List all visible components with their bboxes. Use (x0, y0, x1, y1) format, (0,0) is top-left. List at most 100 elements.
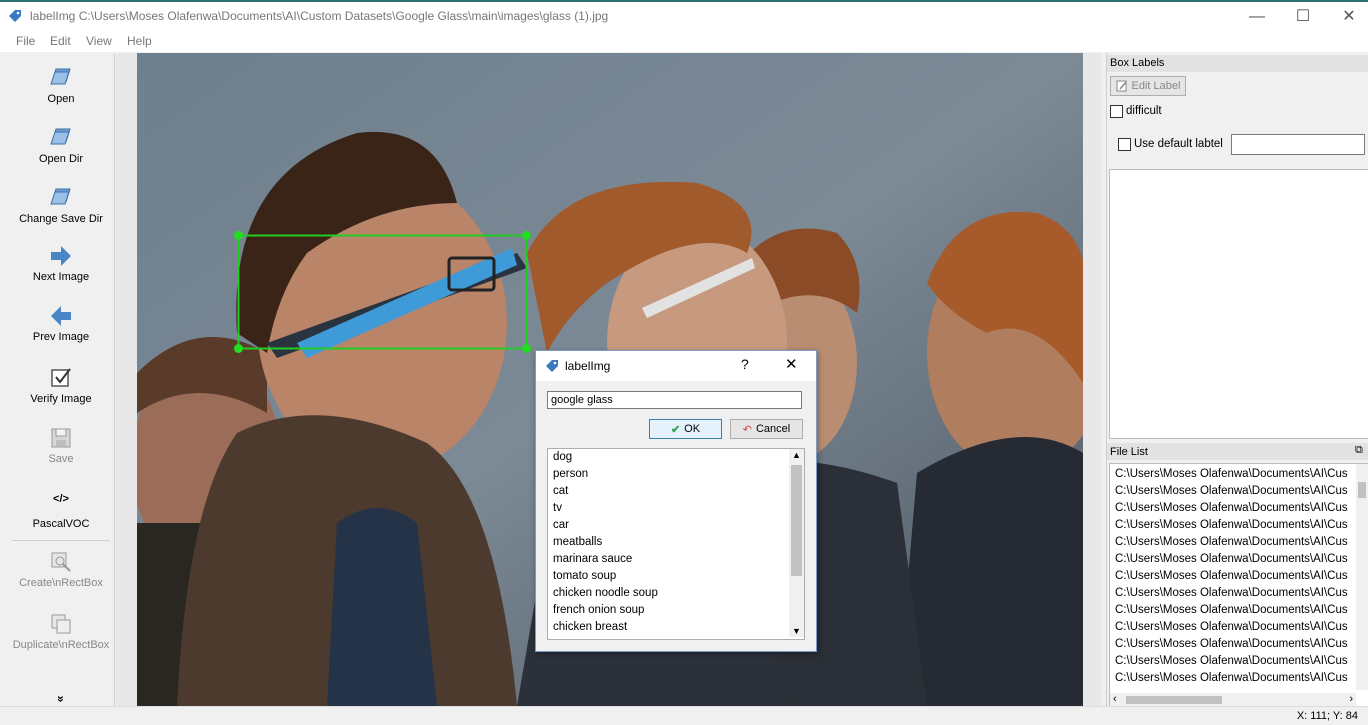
file-list-item[interactable]: C:\Users\Moses Olafenwa\Documents\AI\Cus (1115, 672, 1348, 684)
maximize-button[interactable]: ☐ (1288, 6, 1318, 28)
dialog-title: labelImg (565, 359, 611, 373)
format-label: PascalVOC (32, 518, 90, 530)
save-label: Save (48, 453, 74, 465)
more-tools-chevron-icon[interactable]: » (54, 693, 68, 705)
label-option[interactable]: tv (553, 502, 562, 514)
file-list[interactable]: C:\Users\Moses Olafenwa\Documents\AI\Cus… (1109, 463, 1368, 708)
file-list-item[interactable]: C:\Users\Moses Olafenwa\Documents\AI\Cus (1115, 570, 1348, 582)
undo-arrow-icon: ↶ (742, 423, 752, 436)
menu-view[interactable]: View (86, 34, 112, 48)
menu-file[interactable]: File (16, 34, 35, 48)
prev-image-label: Prev Image (32, 331, 90, 343)
duplicate-rect-icon (51, 614, 71, 634)
label-option[interactable]: french onion soup (553, 604, 644, 616)
file-list-vscrollbar[interactable] (1356, 464, 1368, 690)
format-button[interactable]: </> PascalVOC (8, 490, 114, 530)
app-tag-icon (9, 10, 21, 22)
file-list-item[interactable]: C:\Users\Moses Olafenwa\Documents\AI\Cus (1115, 638, 1348, 650)
file-list-item[interactable]: C:\Users\Moses Olafenwa\Documents\AI\Cus (1115, 536, 1348, 548)
duplicate-rectbox-button[interactable]: Duplicate\nRectBox (8, 612, 114, 651)
create-rectbox-button[interactable]: Create\nRectBox (8, 550, 114, 589)
box-labels-title: Box Labels (1110, 57, 1165, 69)
menu-edit[interactable]: Edit (50, 34, 71, 48)
arrow-left-icon (51, 306, 71, 326)
cursor-coordinates: X: 111; Y: 84 (1296, 710, 1358, 722)
bbox-handle[interactable] (522, 231, 531, 240)
label-dialog: labelImg ? ✕ ✔ OK ↶ Cancel dog person cat t… (535, 350, 817, 652)
file-list-title: File List (1110, 446, 1148, 458)
ok-label: OK (684, 423, 701, 435)
bounding-box[interactable] (230, 227, 536, 356)
label-option[interactable]: cat (553, 485, 568, 497)
label-option[interactable]: person (553, 468, 588, 480)
cancel-button[interactable]: ↶ Cancel (730, 419, 803, 439)
use-default-label-text: Use default labtel (1134, 138, 1223, 150)
folder-icon (50, 128, 71, 145)
menu-bar: File Edit View Help (0, 30, 1368, 52)
difficult-label: difficult (1126, 105, 1162, 117)
duplicate-rectbox-label: Duplicate\nRectBox (12, 639, 110, 651)
use-default-label-checkbox[interactable] (1118, 138, 1131, 151)
file-list-item[interactable]: C:\Users\Moses Olafenwa\Documents\AI\Cus (1115, 621, 1348, 633)
create-rectbox-label: Create\nRectBox (19, 577, 103, 589)
ok-button[interactable]: ✔ OK (649, 419, 722, 439)
label-input[interactable] (547, 391, 802, 409)
menu-help[interactable]: Help (127, 34, 152, 48)
difficult-checkbox[interactable] (1110, 105, 1123, 118)
file-list-item[interactable]: C:\Users\Moses Olafenwa\Documents\AI\Cus (1115, 485, 1348, 497)
edit-pencil-icon (1116, 80, 1127, 92)
save-button[interactable]: Save (8, 426, 114, 465)
file-list-item[interactable]: C:\Users\Moses Olafenwa\Documents\AI\Cus (1115, 553, 1348, 565)
label-option[interactable]: chicken noodle soup (553, 587, 658, 599)
label-option[interactable]: meatballs (553, 536, 602, 548)
close-window-button[interactable]: ✕ (1334, 6, 1364, 28)
prev-image-button[interactable]: Prev Image (8, 304, 114, 343)
label-option[interactable]: chicken breast (553, 621, 627, 633)
label-options-scrollbar[interactable]: ▲ ▼ (789, 449, 804, 637)
file-list-item[interactable]: C:\Users\Moses Olafenwa\Documents\AI\Cus (1115, 502, 1348, 514)
bbox-handle[interactable] (522, 344, 531, 353)
toolbar-divider (12, 540, 110, 541)
file-list-item[interactable]: C:\Users\Moses Olafenwa\Documents\AI\Cus (1115, 655, 1348, 667)
edit-label-button[interactable]: Edit Label (1110, 76, 1186, 96)
edit-label-text: Edit Label (1131, 80, 1181, 92)
create-rect-icon (51, 552, 71, 572)
open-dir-button[interactable]: Open Dir (8, 124, 114, 165)
file-list-hscrollbar[interactable]: ‹ › (1110, 693, 1356, 707)
open-dir-label: Open Dir (38, 153, 84, 165)
arrow-right-icon (51, 246, 71, 266)
dialog-title-bar: labelImg ? ✕ (536, 351, 816, 381)
file-list-item[interactable]: C:\Users\Moses Olafenwa\Documents\AI\Cus (1115, 468, 1348, 480)
bbox-handle[interactable] (234, 344, 243, 353)
label-option[interactable]: tomato soup (553, 570, 616, 582)
label-option[interactable]: marinara sauce (553, 553, 632, 565)
status-bar: X: 111; Y: 84 (0, 706, 1368, 725)
right-panel: Box Labels Edit Label difficult Use defa… (1106, 53, 1368, 708)
folder-icon (50, 68, 71, 85)
label-option[interactable]: car (553, 519, 569, 531)
file-list-item[interactable]: C:\Users\Moses Olafenwa\Documents\AI\Cus (1115, 519, 1348, 531)
title-bar: labelImg C:\Users\Moses Olafenwa\Documen… (0, 0, 1368, 30)
verify-image-button[interactable]: Verify Image (8, 366, 114, 405)
folder-icon (50, 188, 71, 205)
file-list-item[interactable]: C:\Users\Moses Olafenwa\Documents\AI\Cus (1115, 604, 1348, 616)
window-title: labelImg C:\Users\Moses Olafenwa\Documen… (30, 9, 609, 23)
next-image-button[interactable]: Next Image (8, 244, 114, 283)
minimize-button[interactable]: — (1242, 6, 1272, 28)
dialog-close-button[interactable]: ✕ (785, 355, 798, 373)
app-tag-icon (546, 360, 558, 372)
checkmark-icon: ✔ (670, 423, 681, 436)
label-option[interactable]: dog (553, 451, 572, 463)
change-save-dir-button[interactable]: Change Save Dir (8, 184, 114, 225)
undock-icon[interactable]: ⧉ (1355, 444, 1363, 457)
bbox-handle[interactable] (234, 231, 243, 240)
label-options-list[interactable]: dog person cat tv car meatballs marinara sauce… (547, 448, 805, 640)
label-list[interactable] (1109, 169, 1368, 439)
default-label-input[interactable] (1231, 134, 1365, 155)
file-list-item[interactable]: C:\Users\Moses Olafenwa\Documents\AI\Cus (1115, 587, 1348, 599)
tool-bar: Open Open Dir Change Save Dir Next Image… (8, 54, 115, 706)
floppy-disk-icon (51, 428, 71, 448)
open-button[interactable]: Open (8, 64, 114, 105)
next-image-label: Next Image (32, 271, 90, 283)
help-button[interactable]: ? (741, 356, 749, 372)
